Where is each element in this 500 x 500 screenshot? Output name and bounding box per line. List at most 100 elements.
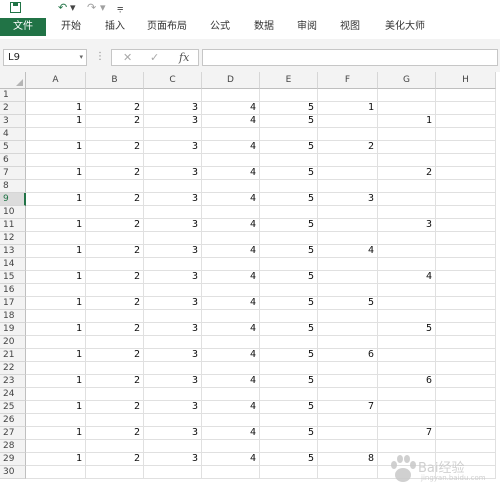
cell-b26[interactable]: [86, 414, 144, 427]
cell-b10[interactable]: [86, 206, 144, 219]
cell-d17[interactable]: 4: [202, 297, 260, 310]
cell-d25[interactable]: 4: [202, 401, 260, 414]
row-header-1[interactable]: 1: [0, 89, 26, 102]
column-header-a[interactable]: A: [26, 72, 86, 89]
cell-c19[interactable]: 3: [144, 323, 202, 336]
cell-g8[interactable]: [378, 180, 436, 193]
cell-h29[interactable]: [436, 453, 496, 466]
cell-a11[interactable]: 1: [26, 219, 86, 232]
cell-h13[interactable]: [436, 245, 496, 258]
cell-f16[interactable]: [318, 284, 378, 297]
tab-file[interactable]: 文件: [0, 18, 46, 36]
cell-d11[interactable]: 4: [202, 219, 260, 232]
tab-review[interactable]: 审阅: [297, 18, 317, 36]
cell-b9[interactable]: 2: [86, 193, 144, 206]
cell-e26[interactable]: [260, 414, 318, 427]
row-header-6[interactable]: 6: [0, 154, 26, 167]
cell-e7[interactable]: 5: [260, 167, 318, 180]
cell-b7[interactable]: 2: [86, 167, 144, 180]
cell-h18[interactable]: [436, 310, 496, 323]
cell-b11[interactable]: 2: [86, 219, 144, 232]
cell-c3[interactable]: 3: [144, 115, 202, 128]
cell-g25[interactable]: [378, 401, 436, 414]
cell-c21[interactable]: 3: [144, 349, 202, 362]
row-header-10[interactable]: 10: [0, 206, 26, 219]
cell-a14[interactable]: [26, 258, 86, 271]
cell-h14[interactable]: [436, 258, 496, 271]
cell-g11[interactable]: 3: [378, 219, 436, 232]
cell-g19[interactable]: 5: [378, 323, 436, 336]
tab-home[interactable]: 开始: [61, 18, 81, 36]
cell-g12[interactable]: [378, 232, 436, 245]
cell-c8[interactable]: [144, 180, 202, 193]
cell-a12[interactable]: [26, 232, 86, 245]
cell-f21[interactable]: 6: [318, 349, 378, 362]
cell-d24[interactable]: [202, 388, 260, 401]
cell-a20[interactable]: [26, 336, 86, 349]
tab-beautify[interactable]: 美化大师: [385, 18, 425, 36]
row-header-14[interactable]: 14: [0, 258, 26, 271]
cell-g29[interactable]: [378, 453, 436, 466]
cell-b17[interactable]: 2: [86, 297, 144, 310]
cell-e17[interactable]: 5: [260, 297, 318, 310]
cell-h5[interactable]: [436, 141, 496, 154]
cell-a28[interactable]: [26, 440, 86, 453]
cell-e9[interactable]: 5: [260, 193, 318, 206]
cell-f8[interactable]: [318, 180, 378, 193]
cancel-icon[interactable]: ✕: [123, 50, 132, 65]
cell-f19[interactable]: [318, 323, 378, 336]
cell-e22[interactable]: [260, 362, 318, 375]
cell-g4[interactable]: [378, 128, 436, 141]
row-header-28[interactable]: 28: [0, 440, 26, 453]
tab-view[interactable]: 视图: [340, 18, 360, 36]
cell-e29[interactable]: 5: [260, 453, 318, 466]
cell-f24[interactable]: [318, 388, 378, 401]
row-header-20[interactable]: 20: [0, 336, 26, 349]
cell-e2[interactable]: 5: [260, 102, 318, 115]
cell-d12[interactable]: [202, 232, 260, 245]
cell-a22[interactable]: [26, 362, 86, 375]
column-header-e[interactable]: E: [260, 72, 318, 89]
cell-b30[interactable]: [86, 466, 144, 479]
cell-c17[interactable]: 3: [144, 297, 202, 310]
cell-c6[interactable]: [144, 154, 202, 167]
cell-d3[interactable]: 4: [202, 115, 260, 128]
cell-e3[interactable]: 5: [260, 115, 318, 128]
row-header-13[interactable]: 13: [0, 245, 26, 258]
row-header-24[interactable]: 24: [0, 388, 26, 401]
cell-c23[interactable]: 3: [144, 375, 202, 388]
cell-h19[interactable]: [436, 323, 496, 336]
cell-h27[interactable]: [436, 427, 496, 440]
tab-data[interactable]: 数据: [254, 18, 274, 36]
cell-a18[interactable]: [26, 310, 86, 323]
cell-f30[interactable]: [318, 466, 378, 479]
cell-a15[interactable]: 1: [26, 271, 86, 284]
cell-h12[interactable]: [436, 232, 496, 245]
cell-c18[interactable]: [144, 310, 202, 323]
cell-b13[interactable]: 2: [86, 245, 144, 258]
cell-d10[interactable]: [202, 206, 260, 219]
cell-g6[interactable]: [378, 154, 436, 167]
save-icon[interactable]: [10, 0, 22, 15]
cell-a5[interactable]: 1: [26, 141, 86, 154]
cell-a23[interactable]: 1: [26, 375, 86, 388]
cell-e12[interactable]: [260, 232, 318, 245]
cell-f12[interactable]: [318, 232, 378, 245]
cell-c10[interactable]: [144, 206, 202, 219]
cell-h1[interactable]: [436, 89, 496, 102]
cell-a9[interactable]: 1: [26, 193, 86, 206]
row-header-21[interactable]: 21: [0, 349, 26, 362]
cell-d30[interactable]: [202, 466, 260, 479]
cell-e25[interactable]: 5: [260, 401, 318, 414]
row-header-3[interactable]: 3: [0, 115, 26, 128]
cell-d27[interactable]: 4: [202, 427, 260, 440]
row-header-2[interactable]: 2: [0, 102, 26, 115]
cell-f9[interactable]: 3: [318, 193, 378, 206]
row-header-5[interactable]: 5: [0, 141, 26, 154]
cell-f25[interactable]: 7: [318, 401, 378, 414]
cell-g13[interactable]: [378, 245, 436, 258]
cell-f26[interactable]: [318, 414, 378, 427]
column-header-d[interactable]: D: [202, 72, 260, 89]
cell-d14[interactable]: [202, 258, 260, 271]
cell-h16[interactable]: [436, 284, 496, 297]
